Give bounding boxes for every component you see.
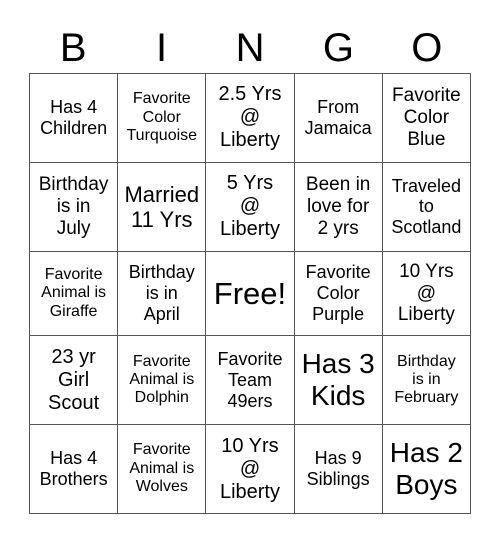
bingo-cell[interactable]: Favorite Color Blue	[381, 73, 472, 163]
bingo-cell[interactable]: 10 Yrs @ Liberty	[381, 250, 472, 337]
bingo-cell[interactable]: Birthday is in April	[117, 250, 207, 337]
bingo-cell[interactable]: Has 3 Kids	[293, 335, 383, 426]
bingo-cell[interactable]: Has 4 Children	[28, 73, 119, 163]
header-letter-b: B	[59, 26, 87, 70]
bingo-cell[interactable]: Has 2 Boys	[381, 424, 472, 514]
bingo-card: Has 4 Children Favorite Color Turquoise …	[28, 73, 472, 514]
bingo-cell[interactable]: 2.5 Yrs @ Liberty	[205, 73, 295, 163]
bingo-row: Has 4 Children Favorite Color Turquoise …	[28, 73, 472, 163]
bingo-cell[interactable]: Favorite Color Purple	[293, 250, 383, 337]
bingo-cell[interactable]: 23 yr Girl Scout	[28, 335, 119, 426]
bingo-cell[interactable]: From Jamaica	[293, 73, 383, 163]
free-space-cell[interactable]: Free!	[205, 250, 295, 337]
header-letter-n: N	[235, 26, 265, 70]
bingo-cell[interactable]: Birthday is in July	[28, 161, 119, 252]
bingo-cell[interactable]: 10 Yrs @ Liberty	[205, 424, 295, 514]
bingo-cell[interactable]: Favorite Team 49ers	[205, 335, 295, 426]
bingo-cell[interactable]: Birthday is in February	[381, 335, 472, 426]
bingo-cell[interactable]: Has 9 Siblings	[293, 424, 383, 514]
bingo-cell[interactable]: Favorite Animal is Dolphin	[117, 335, 207, 426]
bingo-cell[interactable]: Favorite Color Turquoise	[117, 73, 207, 163]
bingo-cell[interactable]: Married 11 Yrs	[117, 161, 207, 252]
bingo-header: B I N G O	[29, 24, 471, 72]
header-letter-o: O	[411, 26, 443, 70]
bingo-cell[interactable]: Traveled to Scotland	[381, 161, 472, 252]
bingo-cell[interactable]: Has 4 Brothers	[28, 424, 119, 514]
bingo-row: Favorite Animal is Giraffe Birthday is i…	[28, 250, 472, 337]
header-letter-i: I	[156, 26, 168, 70]
bingo-cell[interactable]: Favorite Animal is Giraffe	[28, 250, 119, 337]
bingo-row: Has 4 Brothers Favorite Animal is Wolves…	[28, 424, 472, 514]
bingo-cell[interactable]: 5 Yrs @ Liberty	[205, 161, 295, 252]
bingo-cell[interactable]: Favorite Animal is Wolves	[117, 424, 207, 514]
header-letter-g: G	[322, 26, 354, 70]
bingo-row: 23 yr Girl Scout Favorite Animal is Dolp…	[28, 335, 472, 426]
bingo-row: Birthday is in July Married 11 Yrs 5 Yrs…	[28, 161, 472, 252]
bingo-cell[interactable]: Been in love for 2 yrs	[293, 161, 383, 252]
